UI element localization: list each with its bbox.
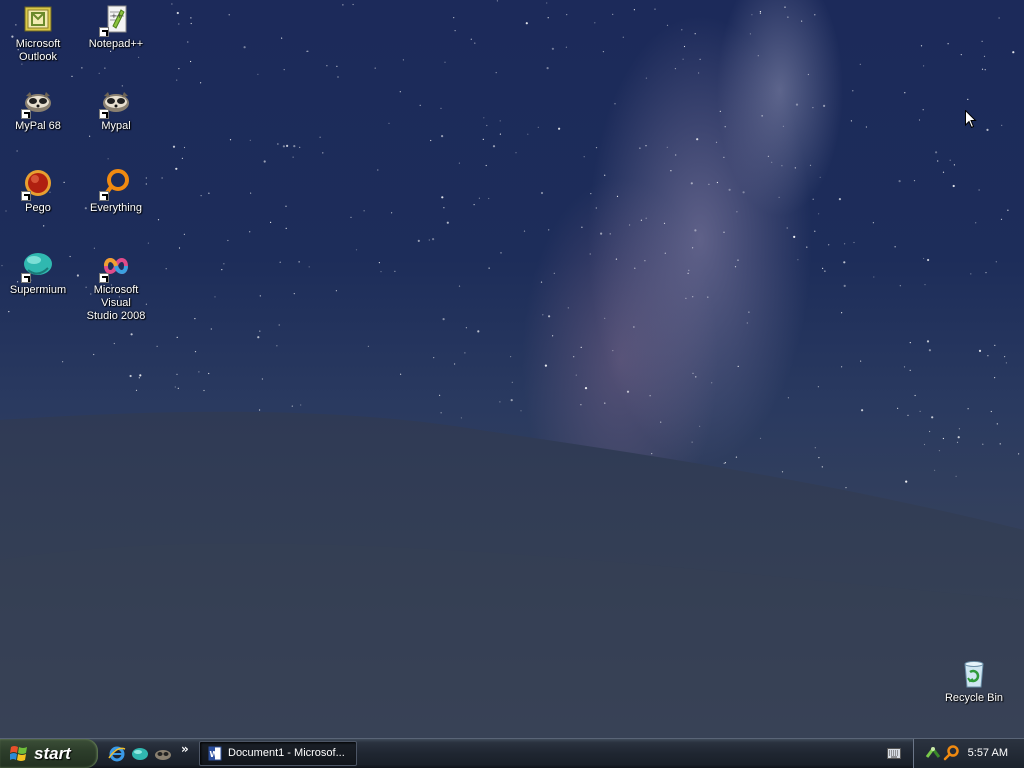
start-button[interactable]: start xyxy=(0,739,98,768)
desktop-icon-label: Everything xyxy=(90,202,142,214)
pego-icon xyxy=(21,168,54,201)
desktop-icon-label: Notepad++ xyxy=(88,38,144,50)
visual-studio-icon xyxy=(99,250,132,283)
desktop-icon-everything[interactable]: Everything xyxy=(78,168,154,215)
everything-search-icon xyxy=(99,168,132,201)
svg-text:++: ++ xyxy=(111,12,123,20)
shortcut-arrow-icon xyxy=(21,109,31,119)
desktop-icon-label: Pego xyxy=(25,202,51,214)
desktop-icon-label: MyPal 68 xyxy=(15,120,61,132)
desktop-icon-supermium[interactable]: Supermium xyxy=(0,250,76,297)
quick-launch-chevron[interactable]: » xyxy=(181,742,189,756)
taskbar: start » W Document1 - Microsof... 5:57 A… xyxy=(0,738,1024,768)
supermium-icon[interactable] xyxy=(131,745,149,763)
shortcut-arrow-icon xyxy=(99,191,109,201)
desktop-icon-label: Mypal xyxy=(101,120,131,132)
desktop-icon-visual-studio-2008[interactable]: Microsoft Visual Studio 2008 xyxy=(78,250,154,323)
shortcut-arrow-icon xyxy=(99,273,109,283)
shortcut-arrow-icon xyxy=(99,109,109,119)
desktop-icon-label: Microsoft Outlook xyxy=(15,38,61,63)
keyboard-icon[interactable] xyxy=(887,748,901,759)
start-label: start xyxy=(34,744,71,763)
desktop[interactable]: Microsoft Outlook ++ Notepad++ MyPal 68 … xyxy=(0,0,1024,738)
recycle-bin-icon xyxy=(958,658,990,690)
mouse-pointer-icon xyxy=(965,110,977,129)
mypal-icon xyxy=(99,86,132,119)
internet-explorer-icon[interactable] xyxy=(108,745,126,763)
shortcut-arrow-icon xyxy=(21,191,31,201)
svg-text:W: W xyxy=(210,750,219,759)
outlook-icon xyxy=(22,4,54,36)
windows-logo-icon xyxy=(10,746,27,761)
taskbar-button-document1[interactable]: W Document1 - Microsof... xyxy=(199,741,357,766)
mypal-icon[interactable] xyxy=(154,745,172,763)
desktop-icon-pego[interactable]: Pego xyxy=(0,168,76,215)
desktop-icon-microsoft-outlook[interactable]: Microsoft Outlook xyxy=(0,4,76,64)
desktop-icon-mypal-68[interactable]: MyPal 68 xyxy=(0,86,76,133)
notepad-plus-plus-icon: ++ xyxy=(99,4,132,37)
mypal-icon xyxy=(21,86,54,119)
desktop-icon-label: Supermium xyxy=(9,284,67,296)
taskbar-button-label: Document1 - Microsof... xyxy=(228,747,345,759)
shortcut-arrow-icon xyxy=(21,273,31,283)
desktop-icon-label: Recycle Bin xyxy=(944,692,1004,704)
everything-search-icon[interactable] xyxy=(943,745,959,761)
system-tray: 5:57 AM xyxy=(913,739,1024,768)
clock[interactable]: 5:57 AM xyxy=(968,739,1008,768)
supermium-icon xyxy=(21,250,54,283)
word-document-icon: W xyxy=(208,746,222,761)
shortcut-arrow-icon xyxy=(99,27,109,37)
network-icon[interactable] xyxy=(925,745,941,761)
desktop-icon-recycle-bin[interactable]: Recycle Bin xyxy=(936,658,1012,705)
desktop-icon-notepad-plus-plus[interactable]: ++ Notepad++ xyxy=(78,4,154,51)
desktop-icon-label: Microsoft Visual Studio 2008 xyxy=(86,284,146,322)
desktop-icon-mypal[interactable]: Mypal xyxy=(78,86,154,133)
